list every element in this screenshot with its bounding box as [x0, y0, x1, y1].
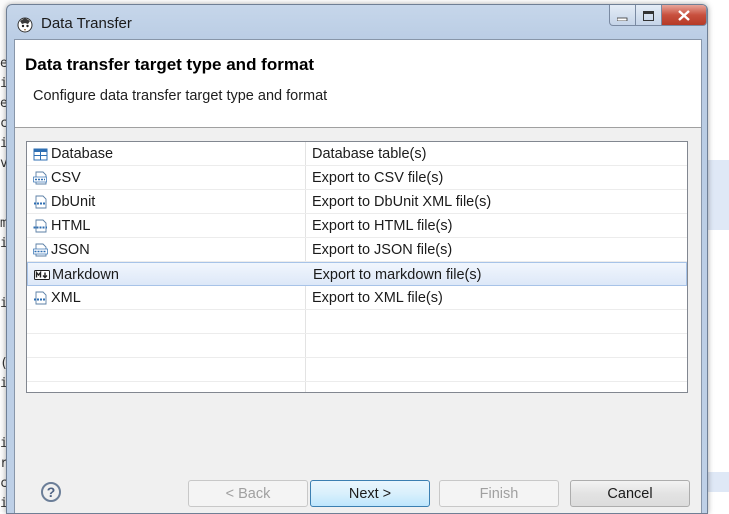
table-row[interactable]: XML Export to XML file(s) — [27, 286, 687, 310]
type-description-cell: Export to JSON file(s) — [312, 242, 453, 258]
wizard-header: Data transfer target type and format Con… — [15, 40, 701, 128]
close-button[interactable] — [662, 5, 707, 26]
xml-file-icon — [33, 195, 49, 209]
csv-file-icon — [33, 171, 49, 185]
dialog-client-area: Data transfer target type and format Con… — [14, 39, 702, 513]
maximize-icon — [643, 6, 654, 25]
close-icon — [678, 6, 690, 25]
table-row-selected[interactable]: Markdown Export to markdown file(s) — [27, 262, 687, 286]
table-row[interactable]: JSON Export to JSON file(s) — [27, 238, 687, 262]
type-name-cell: JSON — [33, 238, 303, 262]
window-title: Data Transfer — [41, 15, 132, 32]
type-name: Database — [51, 146, 114, 162]
title-bar[interactable]: Data Transfer — [7, 5, 707, 39]
type-name: DbUnit — [51, 194, 96, 210]
type-name-cell: XML — [33, 286, 303, 310]
help-button[interactable]: ? — [41, 482, 61, 502]
type-name-cell: Markdown — [34, 263, 304, 287]
next-button[interactable]: Next > — [310, 480, 430, 507]
type-description-cell: Export to CSV file(s) — [312, 170, 444, 186]
type-name-cell: DbUnit — [33, 190, 303, 214]
background-desktop-strip — [706, 0, 729, 512]
page-title: Data transfer target type and format — [25, 55, 315, 74]
database-table-icon — [33, 147, 49, 161]
finish-button[interactable]: Finish — [439, 480, 559, 507]
type-name-cell: Database — [33, 142, 303, 166]
type-description-cell: Export to markdown file(s) — [313, 267, 482, 283]
type-description-cell: Export to XML file(s) — [312, 290, 443, 306]
html-file-icon — [33, 219, 49, 233]
xml-file-icon — [33, 291, 49, 305]
type-description-cell: Export to DbUnit XML file(s) — [312, 194, 492, 210]
dbeaver-beaver-icon — [16, 15, 34, 33]
table-row[interactable]: Database Database table(s) — [27, 142, 687, 166]
type-name-cell: HTML — [33, 214, 303, 238]
table-row[interactable]: DbUnit Export to DbUnit XML file(s) — [27, 190, 687, 214]
table-row[interactable]: HTML Export to HTML file(s) — [27, 214, 687, 238]
markdown-icon — [34, 268, 50, 282]
type-name: Markdown — [52, 267, 119, 283]
cancel-button[interactable]: Cancel — [570, 480, 690, 507]
minimize-button[interactable] — [609, 5, 636, 26]
table-row[interactable]: CSV Export to CSV file(s) — [27, 166, 687, 190]
type-name: XML — [51, 290, 81, 306]
caption-buttons — [609, 5, 707, 27]
type-name: CSV — [51, 170, 81, 186]
page-description: Configure data transfer target type and … — [33, 88, 328, 104]
transfer-type-table: Database Database table(s) CSV Export to… — [26, 141, 688, 393]
type-name-cell: CSV — [33, 166, 303, 190]
type-name: JSON — [51, 242, 90, 258]
minimize-icon — [616, 6, 628, 25]
type-name: HTML — [51, 218, 91, 234]
empty-table-row — [27, 358, 687, 382]
data-transfer-dialog: Data Transfer Data transfer target type … — [6, 4, 708, 514]
type-description-cell: Database table(s) — [312, 146, 427, 162]
maximize-button[interactable] — [636, 5, 662, 26]
empty-table-row — [27, 310, 687, 334]
empty-table-row — [27, 334, 687, 358]
type-description-cell: Export to HTML file(s) — [312, 218, 453, 234]
back-button[interactable]: < Back — [188, 480, 308, 507]
json-file-icon — [33, 243, 49, 257]
